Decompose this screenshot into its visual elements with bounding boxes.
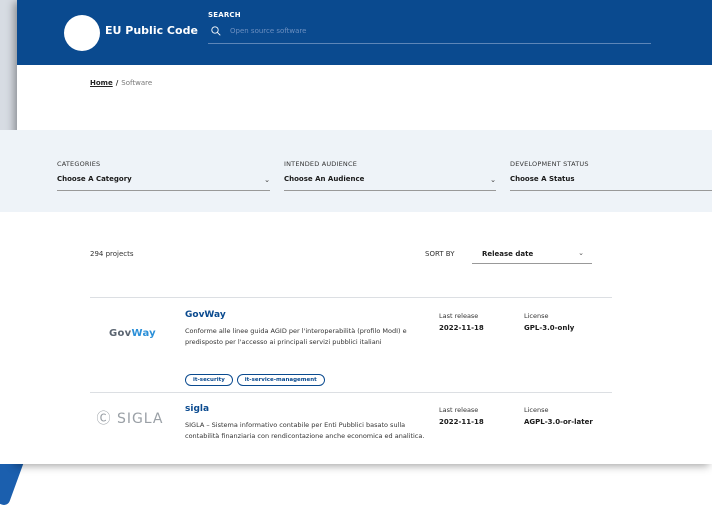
- last-release-date: 2022-11-18: [439, 418, 484, 426]
- license-value: GPL-3.0-only: [524, 324, 575, 332]
- tag-list: it-security it-service-management: [185, 366, 329, 386]
- brand-name[interactable]: EU Public Code: [105, 24, 198, 37]
- divider: [90, 392, 612, 393]
- last-release-label: Last release: [439, 406, 479, 414]
- browser-window: EU Public Code SEARCH Home/Software: [0, 0, 712, 464]
- category-select[interactable]: Choose A Category ⌄: [57, 175, 270, 191]
- search-icon: [211, 26, 221, 36]
- site-header: EU Public Code SEARCH: [17, 0, 712, 65]
- filter-status: DEVELOPMENT STATUS Choose A Status: [510, 160, 712, 191]
- breadcrumb-current: Software: [121, 79, 153, 87]
- tag[interactable]: it-security: [185, 374, 233, 386]
- project-title[interactable]: sigla: [185, 404, 209, 414]
- status-select[interactable]: Choose A Status: [510, 175, 712, 191]
- filter-categories-label: CATEGORIES: [57, 160, 101, 168]
- site-logo[interactable]: [64, 15, 100, 51]
- chevron-down-icon: ⌄: [264, 176, 270, 184]
- sort-by-label: SORT BY: [425, 250, 455, 258]
- breadcrumb-separator: /: [115, 79, 119, 87]
- project-title[interactable]: GovWay: [185, 310, 226, 320]
- breadcrumb: Home / Software: [90, 79, 152, 87]
- filter-audience-label: INTENDED AUDIENCE: [284, 160, 358, 168]
- last-release-label: Last release: [439, 312, 479, 320]
- chevron-down-icon: ⌄: [490, 176, 496, 184]
- license-value: AGPL-3.0-or-later: [524, 418, 593, 426]
- search-label: SEARCH: [208, 11, 241, 19]
- search-input[interactable]: [230, 27, 630, 35]
- filters-bar: CATEGORIES Choose A Category ⌄ INTENDED …: [0, 130, 712, 212]
- divider: [90, 297, 612, 298]
- tag[interactable]: it-service-management: [236, 374, 325, 386]
- project-description: Conforme alle linee guida AGID per l'int…: [185, 327, 407, 346]
- filter-audience: INTENDED AUDIENCE Choose An Audience ⌄: [284, 160, 496, 191]
- last-release-date: 2022-11-18: [439, 324, 484, 332]
- filter-status-label: DEVELOPMENT STATUS: [510, 160, 589, 168]
- project-description: SIGLA – Sistema informativo contabile pe…: [185, 421, 425, 440]
- license-label: License: [524, 312, 549, 320]
- license-label: License: [524, 406, 549, 414]
- results-count: 294 projects: [90, 250, 134, 258]
- audience-select[interactable]: Choose An Audience ⌄: [284, 175, 496, 191]
- search-box[interactable]: [208, 24, 651, 44]
- chevron-down-icon: ⌄: [578, 249, 584, 257]
- breadcrumb-home[interactable]: Home: [90, 79, 113, 87]
- sort-select[interactable]: Release date ⌄: [472, 243, 592, 264]
- project-logo: GovWay: [108, 328, 157, 339]
- filter-categories: CATEGORIES Choose A Category ⌄: [57, 160, 270, 191]
- project-logo: Ⓒ SIGLA: [96, 411, 164, 427]
- sort-value: Release date: [482, 250, 534, 258]
